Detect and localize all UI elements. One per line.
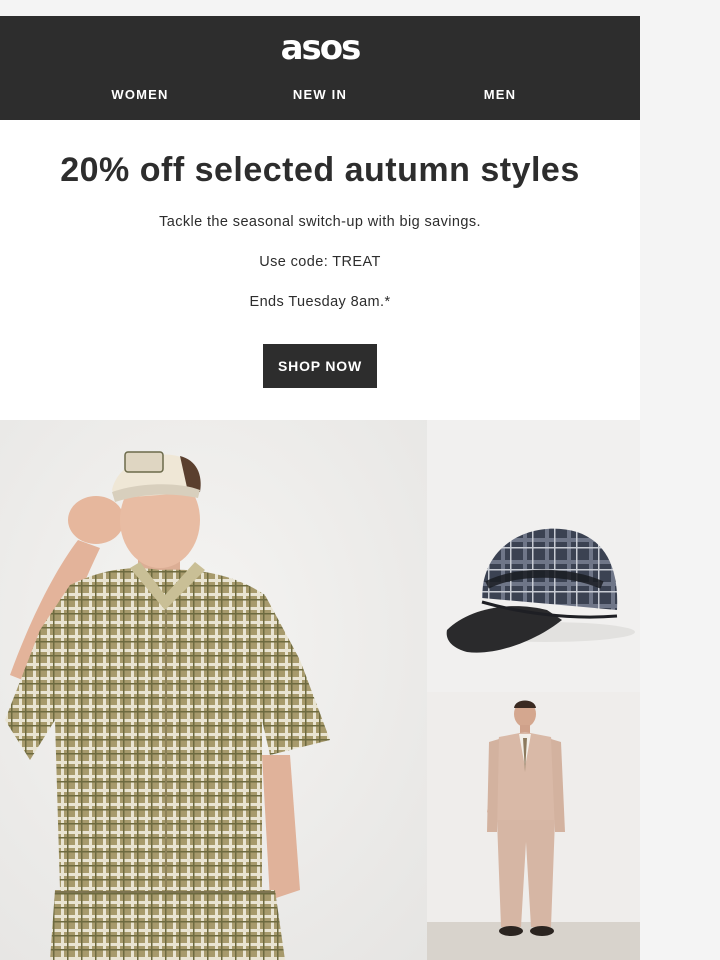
product-image-plaid-cap[interactable] [427, 420, 640, 692]
promo-subtitle: Tackle the seasonal switch-up with big s… [159, 214, 481, 230]
nav-women-link[interactable]: WOMEN [40, 86, 240, 104]
asos-logo[interactable]: asos [0, 30, 640, 66]
promo-title: 20% off selected autumn styles [60, 151, 580, 189]
header-bar: asos WOMEN NEW IN MEN [0, 16, 640, 120]
promo-ends-text: Ends Tuesday 8am.* [249, 294, 391, 310]
nav-new-in-link[interactable]: NEW IN [220, 86, 420, 104]
main-nav: WOMEN NEW IN MEN [0, 86, 640, 104]
product-image-beige-suit[interactable] [427, 692, 640, 960]
product-image-check-shirt[interactable] [0, 420, 427, 960]
promo-code-text: Use code: TREAT [259, 254, 381, 270]
shop-now-button[interactable]: SHOP NOW [263, 344, 377, 388]
email-container: asos WOMEN NEW IN MEN 20% off selected a… [0, 16, 640, 960]
nav-men-link[interactable]: MEN [400, 86, 600, 104]
